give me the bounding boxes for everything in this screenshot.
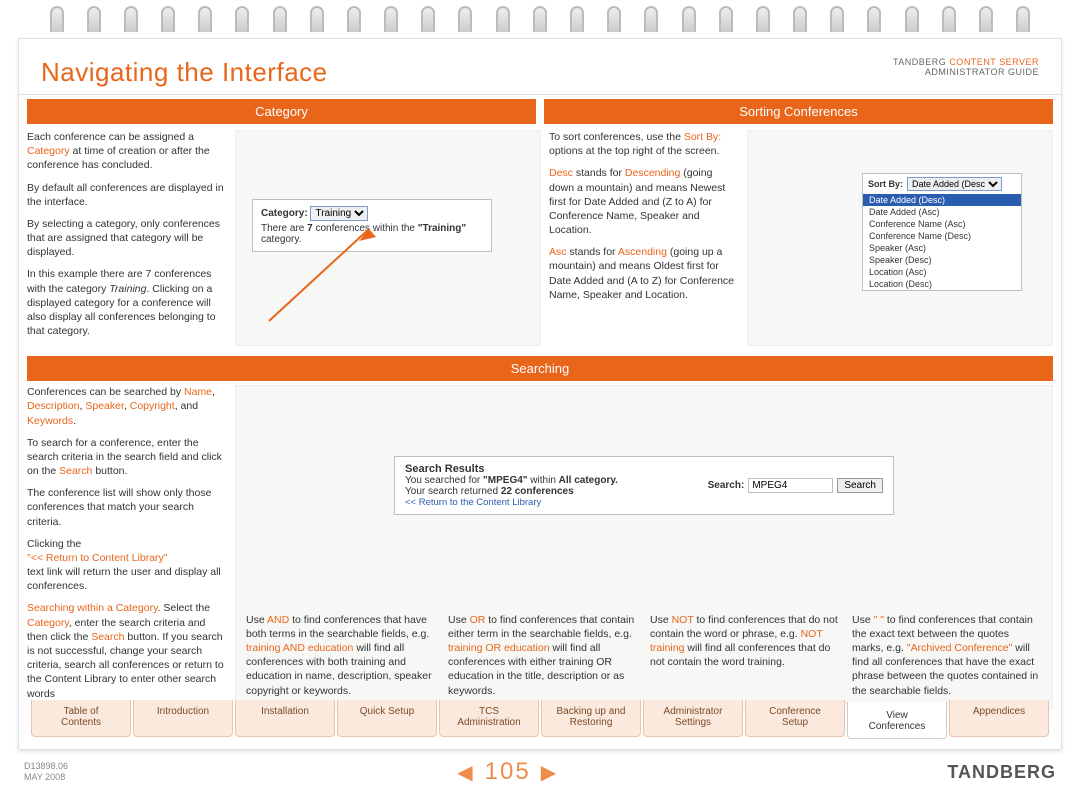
category-illustration: Category: Training There are 7 conferenc…	[235, 130, 541, 346]
page-number: 105	[485, 758, 531, 786]
hint-not: Use NOT to find conferences that do not …	[650, 613, 840, 698]
operator-hints: Use AND to find conferences that have bo…	[246, 613, 1042, 698]
sort-option[interactable]: Speaker (Desc)	[863, 254, 1021, 266]
nav-tab[interactable]: Backing up andRestoring	[541, 700, 641, 737]
document-sheet: Navigating the Interface TANDBERG CONTEN…	[18, 38, 1062, 750]
nav-tab[interactable]: Quick Setup	[337, 700, 437, 737]
sort-option[interactable]: Date Added (Desc)	[863, 194, 1021, 206]
prev-page-icon[interactable]: ◀	[457, 760, 474, 785]
page: Navigating the Interface TANDBERG CONTEN…	[0, 0, 1080, 811]
next-page-icon[interactable]: ▶	[541, 760, 558, 785]
category-text: Each conference can be assigned a Catego…	[27, 130, 227, 346]
sort-option[interactable]: Date Added (Asc)	[863, 206, 1021, 218]
category-select[interactable]: Training	[310, 206, 368, 221]
nav-tab[interactable]: TCSAdministration	[439, 700, 539, 737]
sort-by-box: Sort By: Date Added (Desc) Date Added (D…	[862, 173, 1022, 291]
search-label: Search:	[708, 480, 745, 491]
brand-content-server: CONTENT SERVER	[949, 57, 1039, 67]
nav-tab[interactable]: ViewConferences	[847, 702, 947, 739]
searching-heading: Searching	[27, 356, 1053, 381]
spiral-binding	[18, 0, 1062, 38]
tandberg-logo: TANDBERG	[947, 762, 1056, 783]
brand-text: TANDBERG	[893, 57, 949, 67]
doc-date: MAY 2008	[24, 772, 68, 783]
nav-tabs: Table ofContentsIntroductionInstallation…	[31, 700, 1049, 737]
hint-quotes: Use " " to find conferences that contain…	[852, 613, 1042, 698]
search-input[interactable]	[748, 478, 833, 493]
nav-tab[interactable]: ConferenceSetup	[745, 700, 845, 737]
brand-subtitle: ADMINISTRATOR GUIDE	[893, 67, 1039, 77]
arrow-icon	[264, 221, 404, 331]
doc-id: D13898.06	[24, 761, 68, 772]
nav-tab[interactable]: Installation	[235, 700, 335, 737]
nav-tab[interactable]: Introduction	[133, 700, 233, 737]
searching-text: Conferences can be searched by Name, Des…	[27, 385, 227, 708]
sorting-heading: Sorting Conferences	[544, 99, 1053, 124]
sort-by-label: Sort By:	[868, 179, 903, 189]
sort-option[interactable]: Conference Name (Desc)	[863, 230, 1021, 242]
sort-option[interactable]: Speaker (Asc)	[863, 242, 1021, 254]
category-label: Category:	[261, 208, 308, 219]
sort-by-select[interactable]: Date Added (Desc)	[907, 177, 1002, 191]
return-link[interactable]: << Return to the Content Library	[405, 497, 618, 508]
footer: D13898.06 MAY 2008 ◀ 105 ▶ TANDBERG	[18, 750, 1062, 786]
sort-options-list[interactable]: Date Added (Desc) Date Added (Asc) Confe…	[863, 194, 1021, 290]
hint-and: Use AND to find conferences that have bo…	[246, 613, 436, 698]
pager: ◀ 105 ▶	[457, 758, 558, 786]
searching-illustration: Search Results You searched for "MPEG4" …	[235, 385, 1053, 708]
brand-block: TANDBERG CONTENT SERVER ADMINISTRATOR GU…	[893, 57, 1039, 77]
nav-tab[interactable]: Table ofContents	[31, 700, 131, 737]
top-section-bars: Category Sorting Conferences	[19, 95, 1061, 124]
header: Navigating the Interface TANDBERG CONTEN…	[19, 39, 1061, 95]
searching-bar: Searching	[19, 352, 1061, 381]
sort-option[interactable]: Location (Desc)	[863, 278, 1021, 290]
top-sections: Each conference can be assigned a Catego…	[19, 124, 1061, 346]
sort-option[interactable]: Conference Name (Asc)	[863, 218, 1021, 230]
page-title: Navigating the Interface	[41, 57, 328, 88]
sorting-illustration: Sort By: Date Added (Desc) Date Added (D…	[747, 130, 1053, 346]
searching-section: Conferences can be searched by Name, Des…	[19, 381, 1061, 708]
search-button[interactable]: Search	[837, 478, 883, 493]
sort-option[interactable]: Location (Asc)	[863, 266, 1021, 278]
nav-tab[interactable]: AdministratorSettings	[643, 700, 743, 737]
search-results-box: Search Results You searched for "MPEG4" …	[394, 456, 894, 515]
doc-meta: D13898.06 MAY 2008	[24, 761, 68, 783]
hint-or: Use OR to find conferences that contain …	[448, 613, 638, 698]
nav-tab[interactable]: Appendices	[949, 700, 1049, 737]
category-heading: Category	[27, 99, 536, 124]
sorting-text: To sort conferences, use the Sort By: op…	[549, 130, 739, 346]
search-results-title: Search Results	[405, 463, 618, 475]
